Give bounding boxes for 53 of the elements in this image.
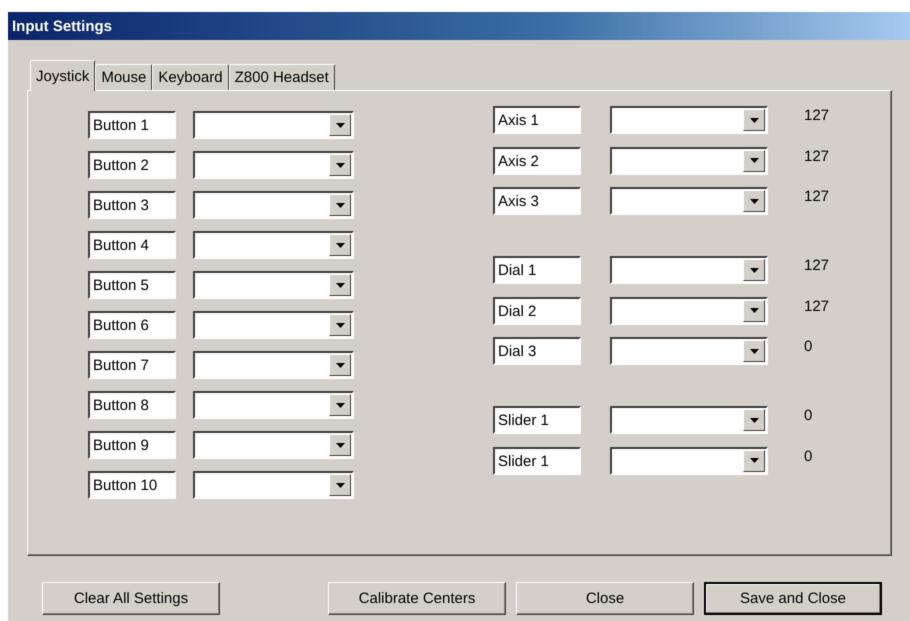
input-name-field[interactable]: Slider 1 — [493, 406, 581, 434]
dropdown-field[interactable] — [610, 187, 768, 215]
dropdown-field[interactable] — [610, 256, 768, 284]
input-name-field[interactable]: Slider 1 — [493, 446, 581, 474]
input-name-field[interactable]: Dial 2 — [493, 296, 581, 324]
value-reading: 127 — [804, 296, 830, 316]
dropdown-field[interactable] — [193, 311, 354, 339]
dropdown-field[interactable] — [193, 351, 354, 379]
input-name-field[interactable]: Button 2 — [88, 151, 176, 179]
input-name-field[interactable]: Axis 2 — [493, 146, 581, 174]
tab[interactable]: Keyboard — [152, 64, 229, 90]
input-name-field[interactable]: Dial 3 — [493, 337, 581, 365]
tab[interactable]: Joystick — [30, 60, 96, 91]
dropdown-field[interactable] — [610, 296, 768, 324]
dropdown-field[interactable] — [610, 406, 768, 434]
dropdown-field[interactable] — [193, 271, 354, 299]
dropdown-field[interactable] — [193, 231, 354, 259]
value-reading: 0 — [804, 337, 812, 357]
dropdown-field[interactable] — [610, 446, 768, 474]
input-name-field[interactable]: Button 6 — [88, 311, 176, 339]
input-name-field[interactable]: Button 3 — [88, 191, 176, 219]
value-reading: 127 — [804, 187, 830, 207]
tab[interactable]: Z800 Headset — [228, 64, 335, 90]
dropdown-field[interactable] — [610, 146, 768, 174]
value-reading: 127 — [804, 256, 830, 276]
input-name-field[interactable]: Button 1 — [88, 111, 176, 139]
tab[interactable]: Mouse — [95, 64, 152, 90]
action-button[interactable]: Close — [516, 582, 694, 615]
dropdown-field[interactable] — [193, 111, 354, 139]
value-reading: 127 — [804, 146, 830, 166]
value-reading: 0 — [804, 406, 812, 426]
input-name-field[interactable]: Button 4 — [88, 231, 176, 259]
window-title: Input Settings — [12, 18, 112, 34]
dropdown-field[interactable] — [193, 391, 354, 419]
input-name-field[interactable]: Axis 3 — [493, 187, 581, 215]
input-name-field[interactable]: Axis 1 — [493, 106, 581, 134]
dropdown-field[interactable] — [193, 151, 354, 179]
action-button[interactable]: Calibrate Centers — [328, 582, 506, 615]
dropdown-field[interactable] — [610, 106, 768, 134]
value-reading: 127 — [804, 106, 830, 126]
value-reading: 0 — [804, 446, 812, 466]
action-button[interactable]: Save and Close — [704, 582, 882, 615]
action-button[interactable]: Clear All Settings — [42, 582, 220, 615]
dropdown-field[interactable] — [610, 337, 768, 365]
input-name-field[interactable]: Dial 1 — [493, 256, 581, 284]
input-name-field[interactable]: Button 9 — [88, 431, 176, 459]
input-name-field[interactable]: Button 5 — [88, 271, 176, 299]
input-name-field[interactable]: Button 8 — [88, 391, 176, 419]
input-name-field[interactable]: Button 7 — [88, 351, 176, 379]
dropdown-field[interactable] — [193, 191, 354, 219]
input-name-field[interactable]: Button 10 — [88, 471, 176, 499]
dropdown-field[interactable] — [193, 471, 354, 499]
dropdown-field[interactable] — [193, 431, 354, 459]
